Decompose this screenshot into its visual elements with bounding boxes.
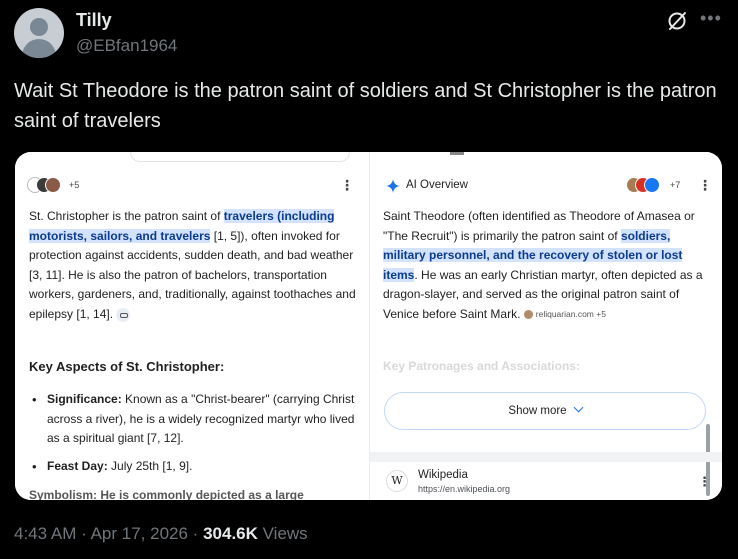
section-heading: Key Aspects of St. Christopher: (29, 359, 225, 374)
kebab-menu-icon: ⋮ (340, 177, 354, 193)
source-chip-label: reliquarian.com +5 (535, 309, 606, 319)
source-count: +5 (69, 180, 80, 190)
source-favicon (523, 310, 533, 320)
avatar-body-shape (22, 39, 56, 58)
list-item: Feast Day: July 25th [1, 9]. (29, 457, 359, 477)
separator-dot: · (192, 524, 199, 543)
views-count[interactable]: 304.6K (203, 524, 258, 543)
bullet-label: Significance: (47, 392, 122, 406)
cut-off-text: Symbolism: He is commonly depicted as a … (29, 488, 304, 500)
theodore-paragraph: Saint Theodore (often identified as Theo… (383, 207, 711, 325)
sheet-handle (450, 152, 464, 155)
faded-heading: Key Patronages and Associations: (383, 359, 580, 373)
show-more-label: Show more (508, 405, 567, 417)
tweet-text: Wait St Theodore is the patron saint of … (14, 80, 717, 132)
source-avatar (644, 177, 660, 193)
kebab-menu-icon: ⋮ (698, 474, 711, 489)
christopher-paragraph: St. Christopher is the patron saint of t… (29, 207, 359, 325)
source-chip: reliquarian.com +5 (523, 305, 606, 325)
views-label: Views (262, 524, 308, 543)
more-icon[interactable]: ••• (700, 8, 722, 29)
tweet-date[interactable]: Apr 17, 2026 (91, 524, 188, 543)
list-item: Significance: Known as a "Christ-bearer"… (29, 390, 359, 449)
ai-overview-label: AI Overview (406, 179, 468, 191)
avatar-head-shape (30, 18, 48, 36)
bullet-text: July 25th [1, 9]. (107, 458, 193, 473)
link-icon (116, 307, 131, 322)
source-title: Wikipedia (418, 469, 468, 481)
section-separator (370, 452, 722, 462)
grok-icon[interactable] (666, 10, 688, 32)
separator-dot: · (81, 524, 87, 543)
wikipedia-icon: W (386, 470, 408, 492)
source-avatar (45, 177, 61, 193)
kebab-menu-icon: ⋮ (698, 177, 712, 193)
sheet-handle (130, 152, 350, 162)
source-avatars: +5 (27, 177, 83, 195)
ai-sparkle-icon (386, 179, 400, 193)
right-ai-overview-panel: AI Overview +7 ⋮ Saint Theodore (often i… (370, 152, 722, 500)
aspects-list: Significance: Known as a "Christ-bearer"… (29, 390, 359, 484)
display-name[interactable]: Tilly (76, 10, 112, 31)
source-count: +7 (670, 180, 681, 190)
tweet-meta: 4:43 AM · Apr 17, 2026 · 304.6K Views (14, 524, 308, 544)
avatar[interactable] (14, 8, 64, 58)
tweet-media-image[interactable]: +5 ⋮ St. Christopher is the patron saint… (15, 152, 722, 500)
para-text: St. Christopher is the patron saint of (29, 209, 224, 223)
source-avatars: +7 (626, 177, 690, 195)
chevron-down-icon (573, 402, 584, 413)
source-url: https://en.wikipedia.org (418, 484, 511, 494)
user-handle[interactable]: @EBfan1964 (76, 36, 177, 56)
left-answer-panel: +5 ⋮ St. Christopher is the patron saint… (15, 152, 369, 500)
show-more-button: Show more (384, 392, 706, 430)
bullet-label: Feast Day: (47, 458, 108, 473)
tweet-time[interactable]: 4:43 AM (14, 524, 76, 543)
